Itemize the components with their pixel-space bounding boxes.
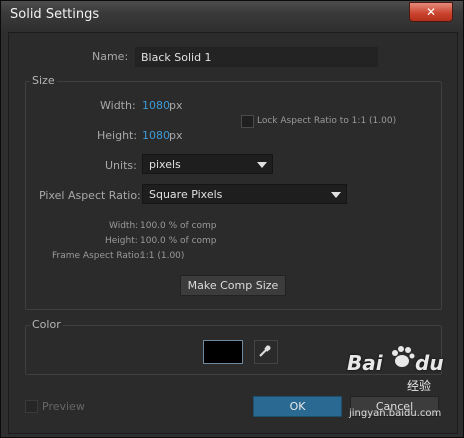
watermark-brand: Bai (347, 351, 383, 375)
watermark-url: jingyan.baidu.com (349, 408, 442, 419)
height-label: Height: (97, 129, 138, 142)
chevron-down-icon (331, 192, 341, 198)
pixel-aspect-ratio-selected: Square Pixels (149, 188, 223, 201)
width-value[interactable]: 1080 (142, 99, 170, 112)
window-title: Solid Settings (10, 7, 100, 22)
name-input[interactable]: Black Solid 1 (135, 47, 378, 67)
width-label: Width: (100, 99, 136, 112)
frame-aspect-ratio-label: Frame Aspect Ratio: (52, 251, 143, 261)
units-selected: pixels (149, 158, 181, 171)
info-width-value: 100.0 % of comp (140, 221, 217, 231)
lock-aspect-label: Lock Aspect Ratio to 1:1 (1.00) (257, 116, 397, 126)
solid-settings-dialog: Solid Settings ✕ Name: Black Solid 1 Siz… (0, 0, 464, 438)
lock-aspect-checkbox[interactable] (241, 115, 254, 128)
pixel-aspect-ratio-label: Pixel Aspect Ratio: (39, 189, 141, 202)
title-bar[interactable]: Solid Settings ✕ (1, 1, 463, 31)
width-unit: px (169, 99, 183, 112)
color-group-title: Color (30, 318, 63, 331)
make-comp-size-button[interactable]: Make Comp Size (180, 275, 286, 296)
close-button[interactable]: ✕ (409, 2, 453, 22)
name-label: Name: (92, 50, 129, 63)
info-width-label: Width: (109, 221, 139, 231)
height-unit: px (169, 129, 183, 142)
preview-checkbox[interactable] (25, 400, 38, 413)
ok-button[interactable]: OK (253, 396, 342, 417)
close-icon: ✕ (425, 5, 437, 19)
units-label: Units: (105, 159, 137, 172)
preview-label: Preview (42, 400, 85, 413)
eyedropper-icon (259, 345, 271, 357)
pixel-aspect-ratio-dropdown[interactable]: Square Pixels (142, 184, 347, 204)
height-value[interactable]: 1080 (142, 129, 170, 142)
info-height-label: Height: (105, 236, 138, 246)
eyedropper-button[interactable] (254, 340, 278, 364)
units-dropdown[interactable]: pixels (142, 154, 273, 174)
chevron-down-icon (257, 162, 267, 168)
watermark-suffix: 经验 (407, 379, 432, 393)
info-height-value: 100.0 % of comp (140, 236, 217, 246)
color-swatch[interactable] (203, 340, 243, 364)
baidu-watermark: Bai du 经验 jingyan.baidu.com (345, 346, 455, 420)
size-group-title: Size (30, 74, 57, 87)
watermark-du: du (415, 351, 444, 375)
frame-aspect-ratio-value: 1:1 (1.00) (140, 251, 185, 261)
paw-icon (392, 346, 415, 367)
